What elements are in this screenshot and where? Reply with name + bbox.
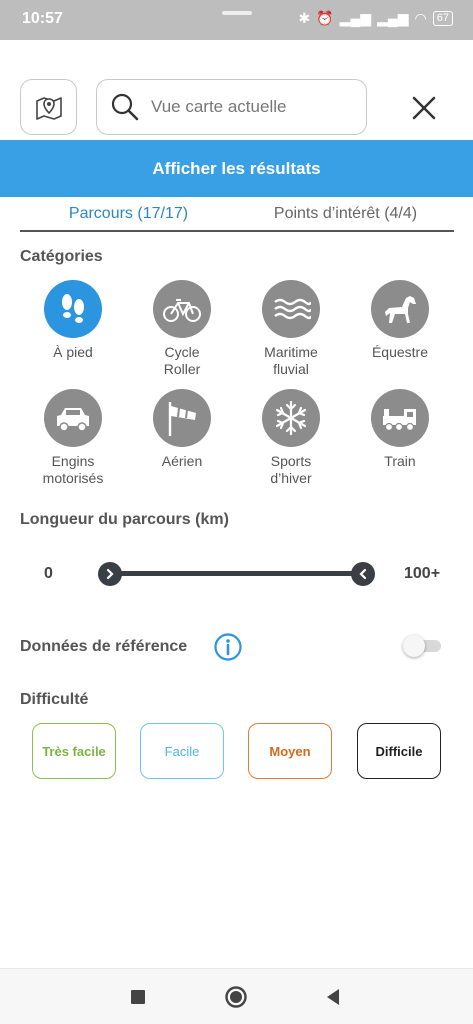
category-label: À pied [53,344,93,360]
category-sports-hiver[interactable]: Sports d’hiver [236,389,346,487]
train-icon [383,409,416,432]
status-icons: ✱ ⏰ ▂▄▆ ▂▄▆ ◠ 67 [298,10,453,27]
show-results-button[interactable]: Afficher les résultats [0,140,473,197]
signal-icon-2: ▂▄▆ [377,10,409,26]
snowflake-icon [275,400,307,436]
category-circle [153,280,211,338]
category-label: Cycle Roller [163,344,201,377]
category-label: Train [384,453,416,469]
slider-min-handle[interactable] [98,562,122,586]
category-train[interactable]: Train [345,389,455,470]
category-label: Équestre [371,344,429,360]
category-circle [371,280,429,338]
difficulty-hard-button[interactable]: Difficile [357,723,441,779]
length-slider-track[interactable] [108,571,364,576]
category-label: Aérien [161,453,203,469]
footprints-icon [62,294,84,323]
chevron-right-icon [106,568,114,580]
search-icon [111,93,139,121]
category-engins-motorises[interactable]: Engins motorisés [18,389,128,487]
tab-points-interet[interactable]: Points d’intérêt (4/4) [237,198,454,230]
category-cycle-roller[interactable]: Cycle Roller [127,280,237,378]
bluetooth-icon: ✱ [298,10,311,26]
back-button[interactable] [319,983,347,1011]
info-icon[interactable] [213,632,243,662]
category-label: Sports d’hiver [270,453,312,486]
close-icon [412,96,436,120]
reference-data-toggle[interactable] [403,635,441,657]
toggle-knob [403,635,425,657]
search-placeholder: Vue carte actuelle [151,97,287,116]
circle-icon [225,986,247,1008]
tab-parcours[interactable]: Parcours (17/17) [20,198,237,230]
category-circle [44,280,102,338]
drag-handle [222,11,252,15]
category-circle [371,389,429,447]
slider-min-label: 0 [44,565,53,582]
difficulty-easy-button[interactable]: Facile [140,723,224,779]
status-time: 10:57 [22,10,63,27]
triangle-back-icon [327,989,339,1005]
windsock-icon [168,402,196,436]
signal-icon: ▂▄▆ [339,10,372,26]
horse-icon [385,296,416,323]
close-button[interactable] [404,88,444,128]
slider-max-label: 100+ [404,565,441,582]
tab-bar: Parcours (17/17) Points d’intérêt (4/4) [20,198,454,232]
categories-title: Catégories [20,248,103,265]
category-equestre[interactable]: Équestre [345,280,455,361]
home-button[interactable] [222,983,250,1011]
bicycle-icon [163,299,201,322]
system-nav-bar [0,968,473,1024]
category-maritime-fluvial[interactable]: Maritime fluvial [236,280,346,378]
difficulty-very-easy-button[interactable]: Très facile [32,723,116,779]
alarm-icon: ⏰ [316,10,334,26]
category-aerien[interactable]: Aérien [127,389,237,470]
waves-icon [274,298,311,320]
category-a-pied[interactable]: À pied [18,280,128,361]
reference-data-label: Données de référence [20,638,188,655]
wifi-icon: ◠ [414,10,427,26]
map-button[interactable] [20,79,77,135]
map-pin-icon [35,97,62,120]
recent-apps-button[interactable] [124,983,152,1011]
category-label: Maritime fluvial [264,344,318,377]
status-bar: 10:57 ✱ ⏰ ▂▄▆ ▂▄▆ ◠ 67 [0,0,473,40]
difficulty-title: Difficulté [20,691,89,708]
search-input[interactable]: Vue carte actuelle [96,79,367,135]
category-label: Engins motorisés [42,453,104,486]
category-circle [153,389,211,447]
difficulty-medium-button[interactable]: Moyen [248,723,332,779]
slider-max-handle[interactable] [351,562,375,586]
length-title: Longueur du parcours (km) [20,511,229,528]
square-icon [131,990,145,1004]
category-circle [262,389,320,447]
category-circle [44,389,102,447]
chevron-left-icon [359,568,367,580]
car-icon [57,408,89,432]
battery-icon: 67 [432,11,453,26]
category-circle [262,280,320,338]
